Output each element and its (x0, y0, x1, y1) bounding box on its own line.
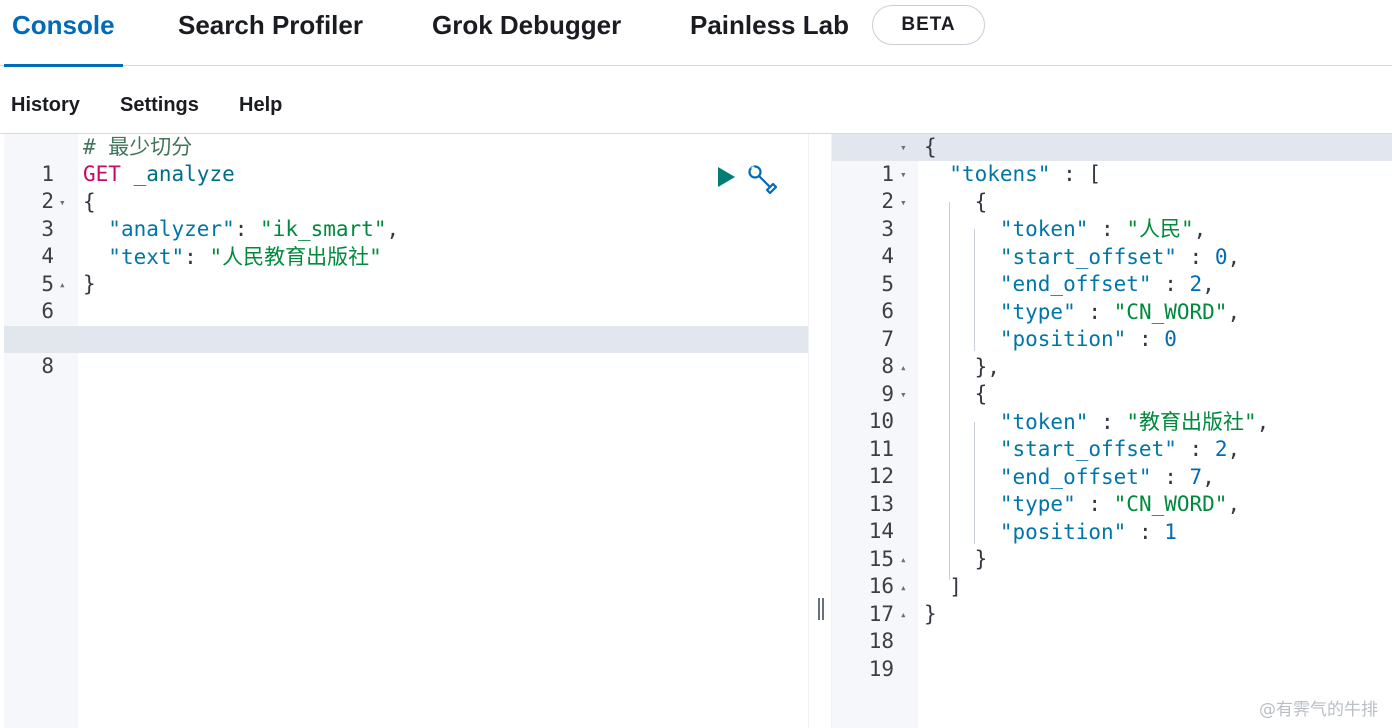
response-line: 3 ▾ { (832, 189, 1392, 241)
tab-painless-lab[interactable]: Painless Lab (690, 0, 849, 66)
response-line: 11 "token" : "教育出版社", (832, 409, 1392, 461)
type-key: "type" (999, 492, 1076, 516)
position-key: "position" (999, 327, 1127, 351)
start-offset-key: "start_offset" (999, 437, 1177, 461)
menu-settings[interactable]: Settings (120, 94, 199, 117)
analyzer-key: "analyzer" (108, 217, 235, 241)
tab-search-profiler[interactable]: Search Profiler (178, 0, 363, 66)
request-comment: # 最少切分 (83, 135, 193, 159)
end-offset-value: 7 (1189, 465, 1203, 489)
response-line-active: 1 ▾ { (832, 134, 1392, 186)
play-icon[interactable] (718, 167, 735, 187)
token-key: "token" (999, 410, 1089, 434)
response-line: 12 "start_offset" : 2, (832, 436, 1392, 488)
text-line: "text": "人民教育出版社" (108, 245, 382, 269)
fold-up-icon[interactable]: ▴ (900, 574, 907, 601)
start-offset-key: "start_offset" (999, 245, 1177, 269)
response-line: 15 "position" : 1 (832, 519, 1392, 571)
brace-open: { (83, 190, 96, 214)
fold-up-icon[interactable]: ▴ (900, 354, 907, 381)
analyzer-value: "ik_smart" (260, 217, 387, 241)
token-value: "人民" (1126, 217, 1194, 241)
response-line: 13 "end_offset" : 7, (832, 464, 1392, 516)
request-line: 6 ▴ } (4, 271, 808, 323)
fold-down-icon[interactable]: ▾ (900, 134, 907, 161)
end-offset-value: 2 (1189, 272, 1203, 296)
request-path: _analyze (133, 162, 235, 186)
tokens-line: "tokens" : [ (949, 162, 1102, 186)
response-line: 14 "type" : "CN_WORD", (832, 491, 1392, 543)
token-key: "token" (999, 217, 1089, 241)
request-line: 5 "text": "人民教育出版社" (4, 244, 808, 296)
response-line: 6 "end_offset" : 2, (832, 271, 1392, 323)
request-line: 4 "analyzer": "ik_smart", (4, 216, 808, 268)
beta-badge: BETA (872, 5, 985, 45)
fold-down-icon[interactable]: ▾ (900, 161, 907, 188)
type-key: "type" (999, 300, 1076, 324)
request-line-active: 8 (4, 326, 808, 378)
response-editor[interactable]: 1 ▾ { 2 ▾ "tokens" : [ 3 ▾ { 4 "token" :… (832, 134, 1392, 728)
tab-grok-debugger[interactable]: Grok Debugger (432, 0, 621, 66)
pane-resizer[interactable] (808, 134, 832, 728)
response-line: 7 "type" : "CN_WORD", (832, 299, 1392, 351)
response-line: 5 "start_offset" : 0, (832, 244, 1392, 296)
request-line: 7 (4, 299, 808, 351)
resize-handle-icon[interactable] (818, 598, 824, 620)
response-line: 16 ▴ } (832, 546, 1392, 598)
fold-up-icon[interactable]: ▴ (900, 546, 907, 573)
end-offset-key: "end_offset" (999, 465, 1152, 489)
request-method: GET (83, 162, 121, 186)
response-line: 2 ▾ "tokens" : [ (832, 161, 1392, 213)
fold-up-icon[interactable]: ▴ (900, 601, 907, 628)
brace-open: { (924, 135, 937, 159)
analyzer-line: "analyzer": "ik_smart", (108, 217, 400, 241)
top-tabs: Console Search Profiler Grok Debugger Pa… (0, 0, 1392, 67)
response-line: 19 (832, 629, 1392, 681)
text-key: "text" (108, 245, 185, 269)
fold-up-icon[interactable]: ▴ (59, 271, 66, 298)
position-value: 0 (1164, 327, 1177, 351)
line-number: 19 (868, 657, 894, 681)
end-offset-key: "end_offset" (999, 272, 1152, 296)
watermark: @有霁气的牛排 (1259, 700, 1378, 720)
type-value: "CN_WORD" (1113, 300, 1228, 324)
fold-down-icon[interactable]: ▾ (900, 381, 907, 408)
request-line: 2 GET _analyze (4, 161, 808, 213)
fold-down-icon[interactable]: ▾ (900, 189, 907, 216)
position-value: 1 (1164, 520, 1177, 544)
response-line: 18 ▴ } (832, 601, 1392, 653)
response-line: 8 "position" : 0 (832, 326, 1392, 378)
response-line: 9 ▴ }, (832, 354, 1392, 406)
start-offset-value: 2 (1214, 437, 1228, 461)
menu-help[interactable]: Help (239, 94, 282, 117)
menu-history[interactable]: History (11, 94, 80, 117)
brace-close: } (83, 272, 96, 296)
request-method-line: GET _analyze (83, 161, 235, 188)
response-line: 10 ▾ { (832, 381, 1392, 433)
response-line: 4 "token" : "人民", (832, 216, 1392, 268)
text-value: "人民教育出版社" (209, 245, 382, 269)
tokens-key: "tokens" (949, 162, 1051, 186)
line-number: 8 (41, 354, 54, 378)
fold-down-icon[interactable]: ▾ (59, 189, 66, 216)
request-line: 3 ▾ { (4, 189, 808, 241)
request-line: 1 # 最少切分 (4, 134, 808, 186)
token-value: "教育出版社" (1126, 410, 1257, 434)
response-line: 17 ▴ ] (832, 574, 1392, 626)
console-menu: History Settings Help (0, 66, 1392, 134)
start-offset-value: 0 (1214, 245, 1228, 269)
type-value: "CN_WORD" (1113, 492, 1228, 516)
request-editor[interactable]: 1 # 最少切分 2 GET _analyze 3 ▾ { 4 "analyze… (4, 134, 808, 728)
position-key: "position" (999, 520, 1127, 544)
tab-console[interactable]: Console (4, 0, 123, 67)
wrench-icon[interactable] (746, 164, 780, 194)
